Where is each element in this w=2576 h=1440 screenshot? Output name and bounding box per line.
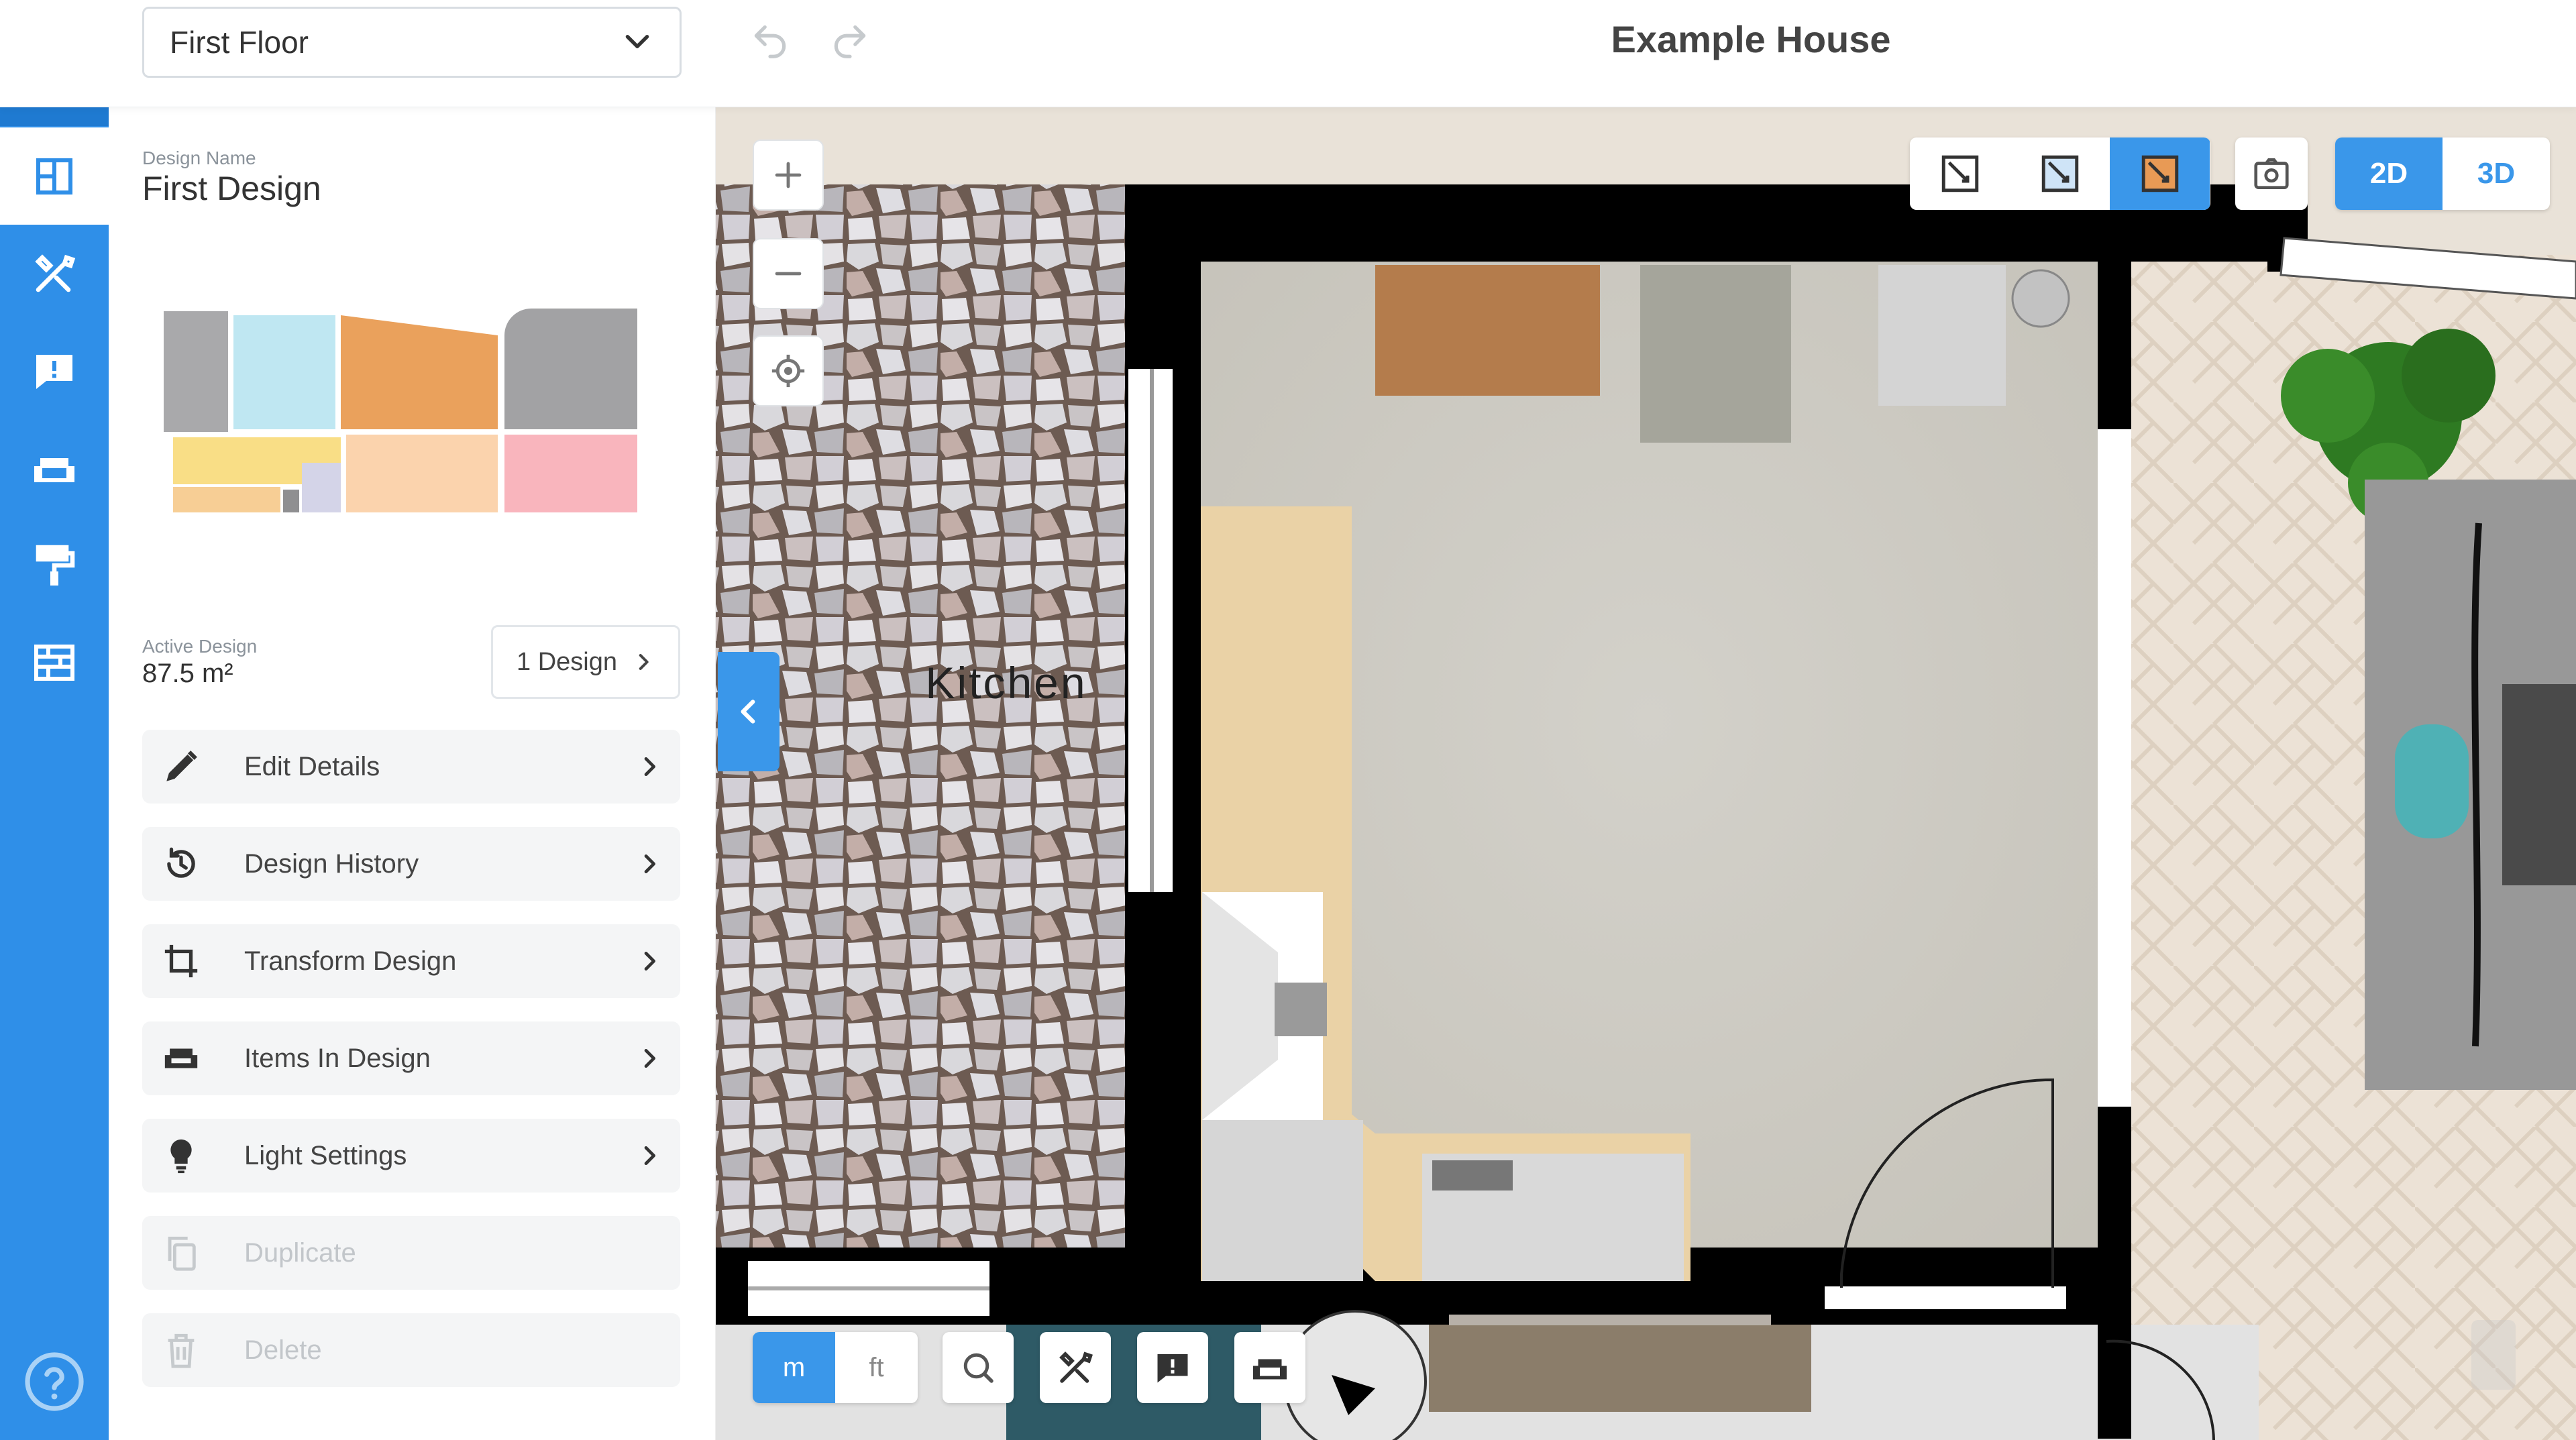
crop-icon xyxy=(160,940,203,983)
comment-icon xyxy=(1157,1354,1188,1383)
app-root: First Floor Example House Design Name Fi… xyxy=(0,0,2576,1440)
minus-icon xyxy=(775,272,802,276)
house-title: Example House xyxy=(1611,18,1891,60)
items-in-design-button[interactable]: Items In Design xyxy=(142,1021,680,1095)
item-handle[interactable] xyxy=(2471,1320,2516,1390)
chevron-right-icon xyxy=(644,952,655,971)
build-tools-icon xyxy=(35,254,76,292)
design-name[interactable]: First Design xyxy=(142,169,321,208)
design-panel: Design Name First Design Active Design 8… xyxy=(109,107,716,1440)
paint-roller-icon xyxy=(36,545,75,586)
view-mode-toggle xyxy=(1910,137,2210,210)
light-settings-button[interactable]: Light Settings xyxy=(142,1119,680,1193)
sofa-icon xyxy=(160,1037,203,1080)
menu-item-label: Design History xyxy=(244,848,419,879)
designs-count-button[interactable]: 1 Design xyxy=(491,625,680,699)
delete-button[interactable]: Delete xyxy=(142,1313,680,1387)
screenshot-button[interactable] xyxy=(2235,137,2308,210)
view-mode-filled-button[interactable] xyxy=(2010,137,2110,210)
rail-item-walls[interactable] xyxy=(0,614,109,711)
help-icon[interactable] xyxy=(22,1349,87,1414)
design-history-button[interactable]: Design History xyxy=(142,827,680,901)
floorplan-thumbnail xyxy=(164,309,637,512)
rail-active-strip xyxy=(0,107,109,126)
edit-details-button[interactable]: Edit Details xyxy=(142,730,680,804)
wall-fill-view-icon xyxy=(2041,155,2078,192)
menu-item-label: Transform Design xyxy=(244,946,457,976)
camera-icon xyxy=(2254,158,2289,189)
furniture-icon xyxy=(34,457,74,482)
chevron-down-icon xyxy=(625,34,649,48)
zoom-in-button[interactable] xyxy=(753,140,824,211)
wall-line-view-icon xyxy=(1941,155,1978,192)
floor-selector-value: First Floor xyxy=(170,25,309,60)
bulb-icon xyxy=(160,1134,203,1177)
menu-item-label: Light Settings xyxy=(244,1140,407,1170)
unit-feet-button[interactable]: ft xyxy=(835,1332,918,1403)
comment-icon xyxy=(36,354,72,389)
menu-item-label: Items In Design xyxy=(244,1043,431,1073)
duplicate-button[interactable]: Duplicate xyxy=(142,1216,680,1290)
units-toggle: m ft xyxy=(753,1332,918,1403)
chevron-left-icon xyxy=(741,700,755,724)
room-label-kitchen[interactable]: Kitchen xyxy=(872,657,1140,708)
build-tools-button[interactable] xyxy=(1040,1332,1111,1403)
floorplan-canvas[interactable] xyxy=(716,107,2576,1440)
zoom-out-button[interactable] xyxy=(753,238,824,309)
chevron-right-icon xyxy=(644,1146,655,1165)
redo-icon[interactable] xyxy=(829,20,871,62)
build-tools-icon xyxy=(1059,1351,1093,1383)
recenter-button[interactable] xyxy=(753,335,824,406)
chevron-right-icon xyxy=(644,757,655,776)
collapse-panel-button[interactable] xyxy=(718,652,780,771)
floorplan-drawing xyxy=(716,107,2576,1440)
rail-item-furniture[interactable] xyxy=(0,419,109,516)
rail-item-paint[interactable] xyxy=(0,516,109,614)
plus-icon xyxy=(775,162,802,188)
furniture-button[interactable] xyxy=(1234,1332,1305,1403)
unit-meters-button[interactable]: m xyxy=(753,1332,835,1403)
rail-item-build[interactable] xyxy=(0,225,109,322)
brick-wall-icon xyxy=(34,644,74,681)
textured-view-icon xyxy=(2141,155,2178,192)
view-2d-button[interactable]: 2D xyxy=(2335,137,2443,210)
transform-design-button[interactable]: Transform Design xyxy=(142,924,680,998)
furniture-icon xyxy=(1253,1359,1287,1380)
search-button[interactable] xyxy=(943,1332,1014,1403)
rail-item-floorplan[interactable] xyxy=(0,127,109,225)
active-design-label: Active Design xyxy=(142,636,258,657)
menu-item-label: Edit Details xyxy=(244,751,380,781)
floorplan-icon xyxy=(36,158,72,195)
left-rail xyxy=(0,107,109,1440)
menu-item-label: Delete xyxy=(244,1335,322,1365)
comments-button[interactable] xyxy=(1137,1332,1208,1403)
top-bar: First Floor Example House xyxy=(0,0,2576,107)
view-mode-textured-button[interactable] xyxy=(2110,137,2210,210)
dimension-toggle: 2D 3D xyxy=(2335,137,2550,210)
view-3d-button[interactable]: 3D xyxy=(2443,137,2550,210)
chevron-right-icon xyxy=(644,1049,655,1068)
chevron-right-icon xyxy=(644,854,655,873)
undo-icon[interactable] xyxy=(749,20,791,62)
pencil-icon xyxy=(160,745,203,788)
crosshair-icon xyxy=(771,354,805,388)
copy-icon xyxy=(160,1231,203,1274)
search-icon xyxy=(963,1353,994,1383)
view-mode-outline-button[interactable] xyxy=(1910,137,2010,210)
menu-item-label: Duplicate xyxy=(244,1237,356,1268)
active-design-area: 87.5 m² xyxy=(142,659,233,688)
trash-icon xyxy=(160,1329,203,1372)
rail-item-comments[interactable] xyxy=(0,322,109,419)
design-name-label: Design Name xyxy=(142,148,256,168)
floor-selector[interactable]: First Floor xyxy=(142,7,682,78)
chevron-right-icon xyxy=(639,654,649,670)
designs-count-label: 1 Design xyxy=(517,647,617,676)
history-icon xyxy=(160,842,203,885)
